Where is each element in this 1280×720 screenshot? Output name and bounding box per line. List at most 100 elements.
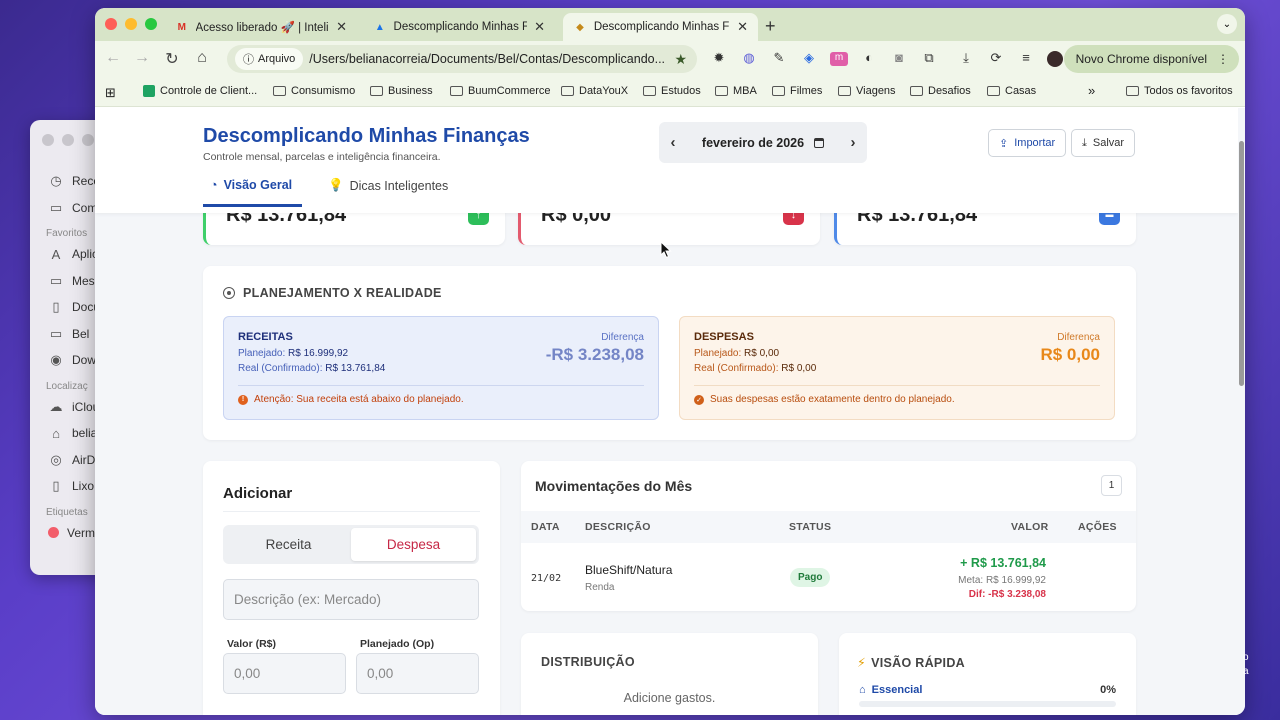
bookmarks-overflow-button[interactable]: »	[1088, 83, 1095, 98]
forward-button[interactable]: →	[132, 49, 152, 67]
distribution-title: DISTRIBUIÇÃO	[541, 655, 635, 669]
page-indicator[interactable]: 1	[1101, 475, 1122, 496]
bookmark-folder[interactable]: Business	[370, 85, 433, 97]
more-menu-icon[interactable]: ⋮	[1217, 52, 1229, 66]
browser-toolbar: ← → ↻ ⌂ ⓘ Arquivo /Users/belianacorreia/D…	[95, 41, 1245, 77]
tab-strip: M Acesso liberado 🚀 | Inteligê ✕ ▲ Desco…	[95, 8, 1245, 41]
finder-close-button[interactable]	[42, 134, 54, 146]
toggle-expense[interactable]: Despesa	[351, 528, 476, 561]
bookmark-folder[interactable]: Estudos	[643, 85, 701, 97]
desktop-icon: ▭	[49, 272, 63, 288]
chrome-update-button[interactable]: Novo Chrome disponível ⋮	[1063, 45, 1239, 73]
airdrop-icon: ◎	[50, 451, 62, 467]
value-input[interactable]: 0,00	[223, 653, 346, 694]
download-icon[interactable]: ⤓	[957, 50, 975, 66]
desktop-edge-text: o	[1243, 652, 1249, 663]
planning-expense-real: Real (Confirmado): R$ 0,00	[694, 363, 817, 374]
status-badge: Pago	[790, 568, 831, 587]
planning-expense-box: DESPESAS Planejado: R$ 0,00 Real (Confir…	[679, 316, 1115, 420]
close-tab-icon[interactable]: ✕	[534, 19, 545, 35]
extension-tag-icon[interactable]: ◈	[800, 50, 818, 66]
bookmark-folder[interactable]: Casas	[987, 85, 1036, 97]
tab-search-button[interactable]: ⌄	[1217, 14, 1237, 34]
media-control-icon[interactable]: ≡	[1017, 50, 1035, 65]
extension-gear-icon[interactable]: ✹	[710, 50, 728, 66]
row-category: Renda	[585, 582, 615, 593]
close-tab-icon[interactable]: ✕	[737, 19, 748, 35]
description-input[interactable]: Descrição (ex: Mercado)	[223, 579, 479, 620]
new-tab-button[interactable]: +	[765, 16, 776, 37]
app-header: Descomplicando Minhas Finanças Controle …	[95, 108, 1238, 213]
toggle-income[interactable]: Receita	[226, 528, 351, 561]
close-tab-icon[interactable]: ✕	[336, 19, 347, 35]
reload-button[interactable]: ↻	[162, 49, 182, 69]
tab-overview[interactable]: ◔ Visão Geral	[210, 178, 292, 192]
month-picker[interactable]: fevereiro de 2026	[687, 136, 839, 150]
upload-icon: ⇪	[999, 137, 1009, 150]
extensions-puzzle-icon[interactable]: ⧉	[920, 50, 938, 66]
extension-wave-icon[interactable]: ◍	[740, 50, 758, 66]
back-button[interactable]: ←	[103, 49, 123, 67]
bookmark-folder[interactable]: BuumCommerce	[450, 85, 551, 97]
bookmark-item[interactable]: Controle de Client...	[143, 85, 257, 97]
browser-tab-drive[interactable]: ▲ Descomplicando Minhas Finan ✕	[363, 13, 555, 41]
alert-icon: !	[238, 394, 248, 405]
bookmark-folder[interactable]: MBA	[715, 85, 757, 97]
planning-expense-planned: Planejado: R$ 0,00	[694, 348, 780, 359]
bookmark-star-icon[interactable]: ★	[674, 51, 687, 68]
value-label: Valor (R$)	[227, 638, 277, 650]
cloud-icon: ☁	[49, 398, 63, 414]
folder-icon	[450, 86, 463, 96]
bookmark-folder[interactable]: Consumismo	[273, 85, 355, 97]
quick-view-title: ⚡ VISÃO RÁPIDA	[857, 655, 965, 671]
finder-zoom-button[interactable]	[82, 134, 94, 146]
folder-icon	[370, 86, 383, 96]
target-icon	[223, 287, 235, 299]
address-bar[interactable]: ⓘ Arquivo /Users/belianacorreia/Documents…	[227, 45, 697, 73]
extension-m-icon[interactable]: m	[830, 52, 848, 66]
apps-icon: A	[51, 246, 61, 262]
distribution-empty: Adicione gastos.	[623, 691, 716, 705]
apps-grid-icon[interactable]: ⊞	[105, 85, 116, 101]
import-button[interactable]: ⇪ Importar	[988, 129, 1067, 157]
bookmark-folder[interactable]: Desafios	[910, 85, 971, 97]
bookmark-folder[interactable]: Filmes	[772, 85, 822, 97]
prev-month-button[interactable]: ‹	[659, 134, 687, 151]
row-diff: Dif: -R$ 3.238,08	[968, 589, 1046, 600]
essential-progress-bar	[859, 701, 1116, 707]
window-minimize-button[interactable]	[125, 18, 137, 30]
extension-camera-icon[interactable]: ◙	[890, 50, 908, 65]
drive-icon: ▲	[374, 21, 385, 33]
site-info-chip[interactable]: ⓘ Arquivo	[235, 48, 304, 70]
col-description: DESCRIÇÃO	[585, 521, 651, 533]
all-bookmarks-folder[interactable]: Todos os favoritos	[1126, 85, 1233, 97]
planned-input[interactable]: 0,00	[356, 653, 479, 694]
folder-icon	[561, 86, 574, 96]
browser-tab-gmail[interactable]: M Acesso liberado 🚀 | Inteligê ✕	[165, 13, 357, 41]
page-scrollbar-thumb[interactable]	[1239, 141, 1244, 386]
planning-title: PLANEJAMENTO X REALIDADE	[223, 286, 442, 300]
bookmark-folder[interactable]: DataYouX	[561, 85, 628, 97]
planning-income-heading: RECEITAS	[238, 331, 293, 343]
finder-minimize-button[interactable]	[62, 134, 74, 146]
window-traffic-lights	[105, 18, 157, 30]
pie-chart-icon: ◔	[210, 178, 218, 192]
tab-smart-tips[interactable]: 💡 Dicas Inteligentes	[328, 178, 448, 193]
row-value: + R$ 13.761,84	[960, 556, 1046, 570]
save-button[interactable]: ⤓ Salvar	[1071, 129, 1136, 157]
planning-income-box: RECEITAS Planejado: R$ 16.999,92 Real (C…	[223, 316, 659, 420]
next-month-button[interactable]: ›	[839, 134, 867, 151]
browser-tab-app[interactable]: ◆ Descomplicando Minhas Fina ✕	[563, 13, 758, 41]
folder-icon: ▭	[49, 199, 63, 215]
window-close-button[interactable]	[105, 18, 117, 30]
clock-icon: ◷	[50, 173, 62, 189]
window-zoom-button[interactable]	[145, 18, 157, 30]
extension-pen-icon[interactable]: ✎	[770, 50, 788, 66]
profile-avatar[interactable]	[1047, 51, 1063, 67]
sync-icon[interactable]: ⟳	[987, 50, 1005, 66]
extension-a-icon[interactable]: ◐	[860, 50, 878, 65]
home-button[interactable]: ⌂	[192, 49, 212, 67]
planning-expense-message: ✓ Suas despesas estão exatamente dentro …	[694, 394, 955, 405]
app-title: Descomplicando Minhas Finanças	[203, 125, 530, 147]
bookmark-folder[interactable]: Viagens	[838, 85, 896, 97]
